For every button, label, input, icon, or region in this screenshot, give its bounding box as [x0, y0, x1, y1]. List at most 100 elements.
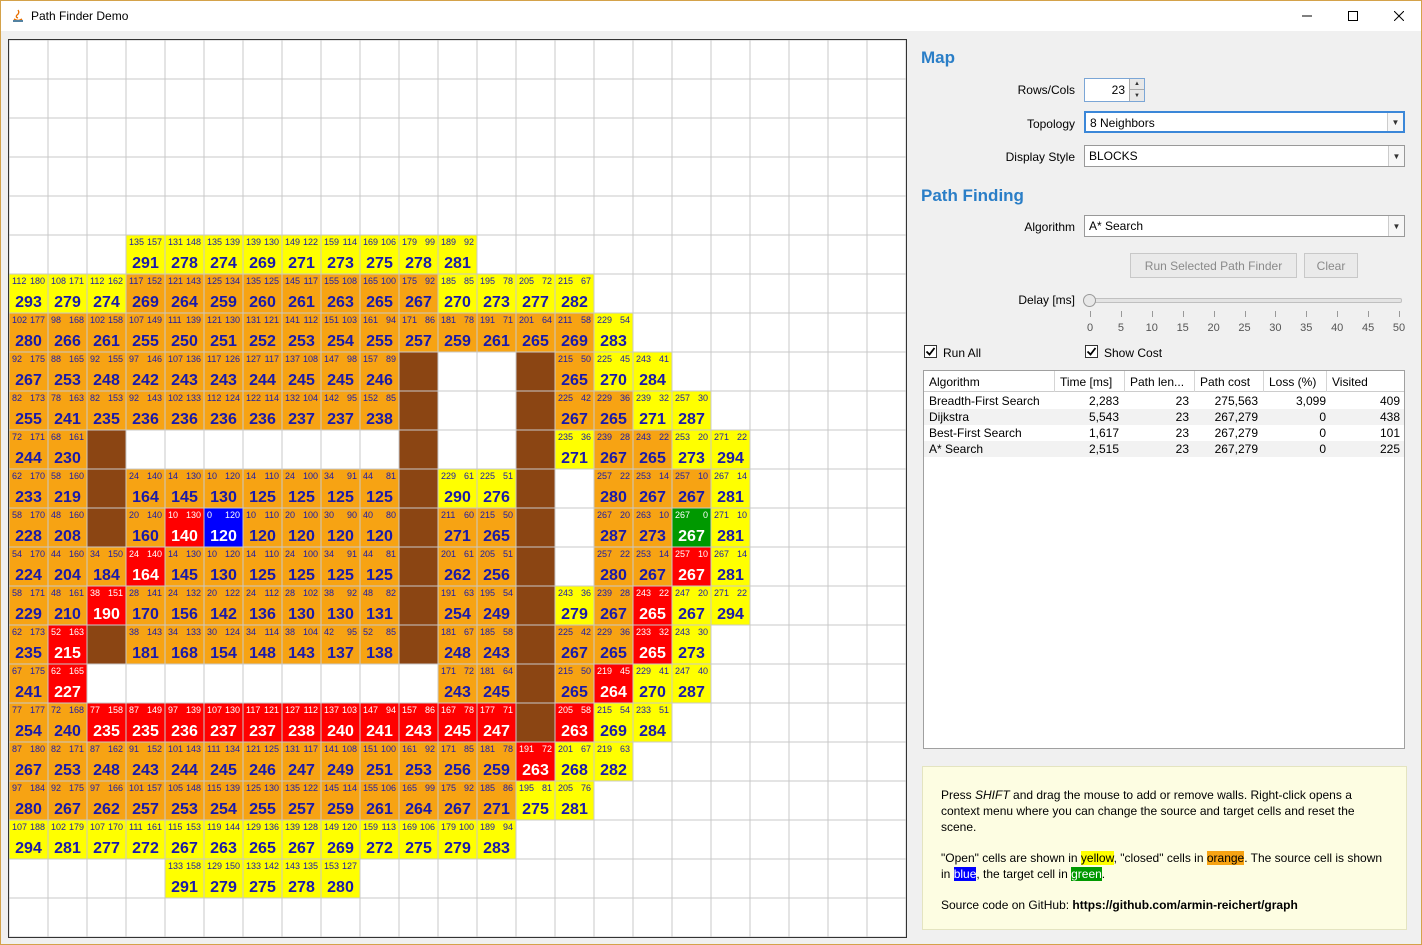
- grid-cell[interactable]: 205 72 277: [516, 274, 555, 313]
- grid-cell[interactable]: 143 135 278: [282, 859, 321, 898]
- grid-cell[interactable]: 155 106 261: [360, 781, 399, 820]
- grid-cell[interactable]: 38 151 190: [87, 586, 126, 625]
- grid-cell[interactable]: 215 67 282: [555, 274, 594, 313]
- wall-cell[interactable]: [399, 586, 438, 625]
- column-header[interactable]: Visited: [1327, 371, 1405, 392]
- grid-cell[interactable]: 34 114 148: [243, 625, 282, 664]
- table-row[interactable]: Breadth-First Search 2,283 23 275,563 3,099 4…: [924, 393, 1404, 409]
- run-path-finder-button[interactable]: Run Selected Path Finder: [1130, 253, 1297, 278]
- grid-cell[interactable]: 34 91 125: [321, 469, 360, 508]
- grid-cell[interactable]: 119 144 263: [204, 820, 243, 859]
- grid-cell[interactable]: 112 180 293: [9, 274, 48, 313]
- grid-cell[interactable]: 24 140 164: [126, 547, 165, 586]
- grid-cell[interactable]: 141 108 249: [321, 742, 360, 781]
- grid-cell[interactable]: 211 58 269: [555, 313, 594, 352]
- grid-cell[interactable]: 105 148 253: [165, 781, 204, 820]
- column-header[interactable]: Algorithm: [924, 371, 1055, 392]
- grid-cell[interactable]: 219 45 264: [594, 664, 633, 703]
- grid-cell[interactable]: 191 63 254: [438, 586, 477, 625]
- clear-button[interactable]: Clear: [1304, 253, 1358, 278]
- grid-cell[interactable]: 201 67 268: [555, 742, 594, 781]
- grid-cell[interactable]: 229 61 290: [438, 469, 477, 508]
- grid-cell[interactable]: 171 86 257: [399, 313, 438, 352]
- grid-cell[interactable]: 102 179 281: [48, 820, 87, 859]
- grid-cell[interactable]: 149 122 271: [282, 235, 321, 274]
- grid-cell[interactable]: 191 71 261: [477, 313, 516, 352]
- grid-cell[interactable]: 239 28 267: [594, 586, 633, 625]
- grid-cell[interactable]: 225 42 267: [555, 625, 594, 664]
- grid-cell[interactable]: 97 184 280: [9, 781, 48, 820]
- grid-cell[interactable]: 205 76 281: [555, 781, 594, 820]
- grid-cell[interactable]: 54 170 224: [9, 547, 48, 586]
- grid-cell[interactable]: 28 141 170: [126, 586, 165, 625]
- grid-cell[interactable]: 271 10 281: [711, 508, 750, 547]
- grid-cell[interactable]: 161 92 253: [399, 742, 438, 781]
- grid-cell[interactable]: 24 140 164: [126, 469, 165, 508]
- grid-cell[interactable]: 171 72 243: [438, 664, 477, 703]
- grid-cell[interactable]: 247 20 267: [672, 586, 711, 625]
- grid-cell[interactable]: 38 104 143: [282, 625, 321, 664]
- grid-cell[interactable]: 122 114 236: [243, 391, 282, 430]
- grid-cell[interactable]: 225 42 267: [555, 391, 594, 430]
- grid-cell[interactable]: 271 22 294: [711, 430, 750, 469]
- path-grid-canvas[interactable]: 135 157 291 131 148 278 135 139 274 139 130 269 149 1…: [8, 39, 907, 938]
- grid-cell[interactable]: 91 152 243: [126, 742, 165, 781]
- grid-cell[interactable]: 165 99 264: [399, 781, 438, 820]
- minimize-button[interactable]: [1284, 1, 1330, 31]
- grid-cell[interactable]: 82 171 253: [48, 742, 87, 781]
- grid-cell[interactable]: 152 85 238: [360, 391, 399, 430]
- grid-cell[interactable]: 147 94 241: [360, 703, 399, 742]
- grid-cell[interactable]: 112 162 274: [87, 274, 126, 313]
- display-style-select[interactable]: BLOCKS ▼: [1084, 145, 1405, 167]
- grid-cell[interactable]: 257 30 287: [672, 391, 711, 430]
- wall-cell[interactable]: [516, 508, 555, 547]
- column-header[interactable]: Path cost: [1195, 371, 1264, 392]
- grid-cell[interactable]: 253 20 273: [672, 430, 711, 469]
- grid-cell[interactable]: 177 71 247: [477, 703, 516, 742]
- grid-cell[interactable]: 117 152 269: [126, 274, 165, 313]
- grid-cell[interactable]: 121 125 246: [243, 742, 282, 781]
- grid-cell[interactable]: 87 149 235: [126, 703, 165, 742]
- grid-cell[interactable]: 243 22 265: [633, 430, 672, 469]
- grid-cell[interactable]: 111 161 272: [126, 820, 165, 859]
- grid-cell[interactable]: 169 106 275: [360, 235, 399, 274]
- maximize-button[interactable]: [1330, 1, 1376, 31]
- grid-cell[interactable]: 179 99 278: [399, 235, 438, 274]
- grid-cell[interactable]: 181 67 248: [438, 625, 477, 664]
- wall-cell[interactable]: [516, 469, 555, 508]
- grid-cell[interactable]: 30 124 154: [204, 625, 243, 664]
- grid-cell[interactable]: 20 122 142: [204, 586, 243, 625]
- grid-cell[interactable]: 131 148 278: [165, 235, 204, 274]
- grid-cell[interactable]: 48 161 210: [48, 586, 87, 625]
- grid-cell[interactable]: 44 160 204: [48, 547, 87, 586]
- close-button[interactable]: [1376, 1, 1422, 31]
- spinner-up-arrow-icon[interactable]: ▲: [1130, 79, 1144, 90]
- grid-cell[interactable]: 102 158 261: [87, 313, 126, 352]
- grid-cell[interactable]: 20 100 120: [282, 508, 321, 547]
- grid-cell[interactable]: 229 36 265: [594, 391, 633, 430]
- grid-cell[interactable]: 44 81 125: [360, 469, 399, 508]
- grid-cell[interactable]: 215 50 265: [477, 508, 516, 547]
- grid-cell[interactable]: 133 142 275: [243, 859, 282, 898]
- grid-cell[interactable]: 171 85 256: [438, 742, 477, 781]
- grid-cell[interactable]: 58 160 219: [48, 469, 87, 508]
- grid-cell[interactable]: 137 108 245: [282, 352, 321, 391]
- grid-cell[interactable]: 225 51 276: [477, 469, 516, 508]
- grid-cell[interactable]: 107 136 243: [165, 352, 204, 391]
- grid-cell[interactable]: 88 165 253: [48, 352, 87, 391]
- grid-cell[interactable]: 0 120 120: [204, 508, 243, 547]
- grid-cell[interactable]: 257 10 267: [672, 469, 711, 508]
- spinner-down-arrow-icon[interactable]: ▼: [1130, 90, 1144, 101]
- grid-cell[interactable]: 78 163 241: [48, 391, 87, 430]
- grid-cell[interactable]: 82 173 255: [9, 391, 48, 430]
- grid-cell[interactable]: 44 81 125: [360, 547, 399, 586]
- grid-cell[interactable]: 42 95 137: [321, 625, 360, 664]
- grid-cell[interactable]: 257 10 267: [672, 547, 711, 586]
- grid-cell[interactable]: 185 86 271: [477, 781, 516, 820]
- grid-cell[interactable]: 181 78 259: [438, 313, 477, 352]
- grid-cell[interactable]: 92 175 267: [9, 352, 48, 391]
- table-row[interactable]: Best-First Search 1,617 23 267,279 0 101: [924, 425, 1404, 441]
- rows-cols-spinner[interactable]: 23 ▲ ▼: [1084, 78, 1145, 102]
- run-all-label[interactable]: Run All: [943, 346, 981, 360]
- grid-cell[interactable]: 247 40 287: [672, 664, 711, 703]
